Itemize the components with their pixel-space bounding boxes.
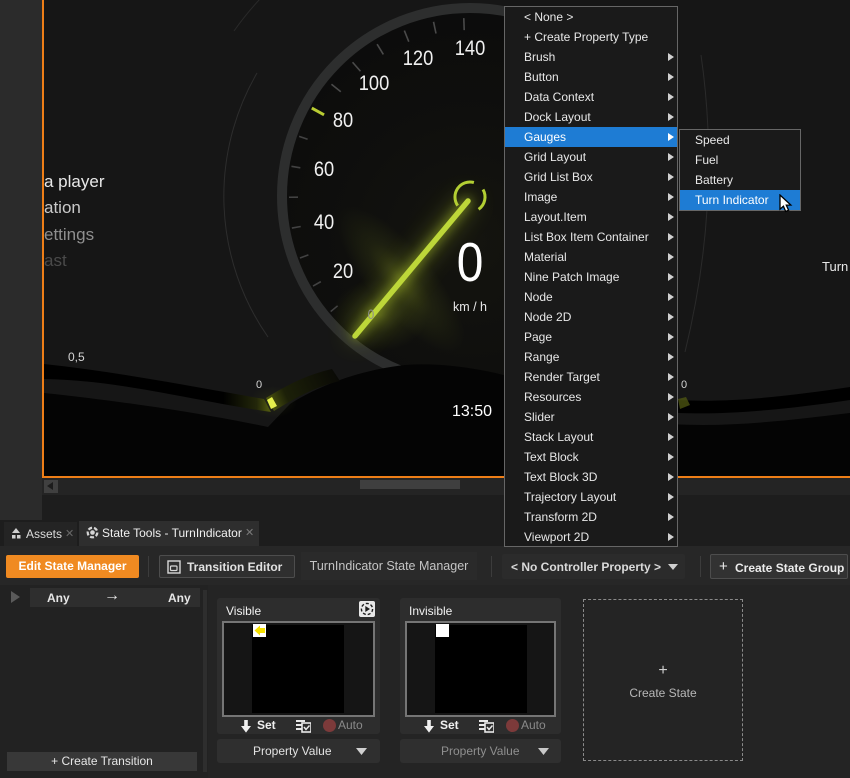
- svg-text:60: 60: [314, 158, 334, 182]
- svg-text:120: 120: [403, 47, 433, 71]
- svg-text:13:50: 13:50: [452, 403, 492, 420]
- svg-text:ation: ation: [44, 198, 81, 217]
- svg-text:0: 0: [457, 231, 484, 293]
- svg-text:100: 100: [359, 72, 389, 96]
- svg-text:140: 140: [455, 37, 485, 61]
- svg-text:km / h: km / h: [453, 300, 487, 314]
- svg-text:ast: ast: [44, 251, 67, 270]
- svg-text:a player: a player: [44, 172, 105, 191]
- svg-text:0,5: 0,5: [68, 350, 85, 364]
- svg-text:ettings: ettings: [44, 225, 94, 244]
- svg-text:20: 20: [333, 260, 353, 284]
- svg-text:40: 40: [314, 211, 334, 235]
- svg-text:0: 0: [368, 306, 375, 322]
- svg-text:Turn: Turn: [822, 259, 848, 274]
- svg-text:0: 0: [681, 379, 687, 391]
- svg-text:80: 80: [333, 109, 353, 133]
